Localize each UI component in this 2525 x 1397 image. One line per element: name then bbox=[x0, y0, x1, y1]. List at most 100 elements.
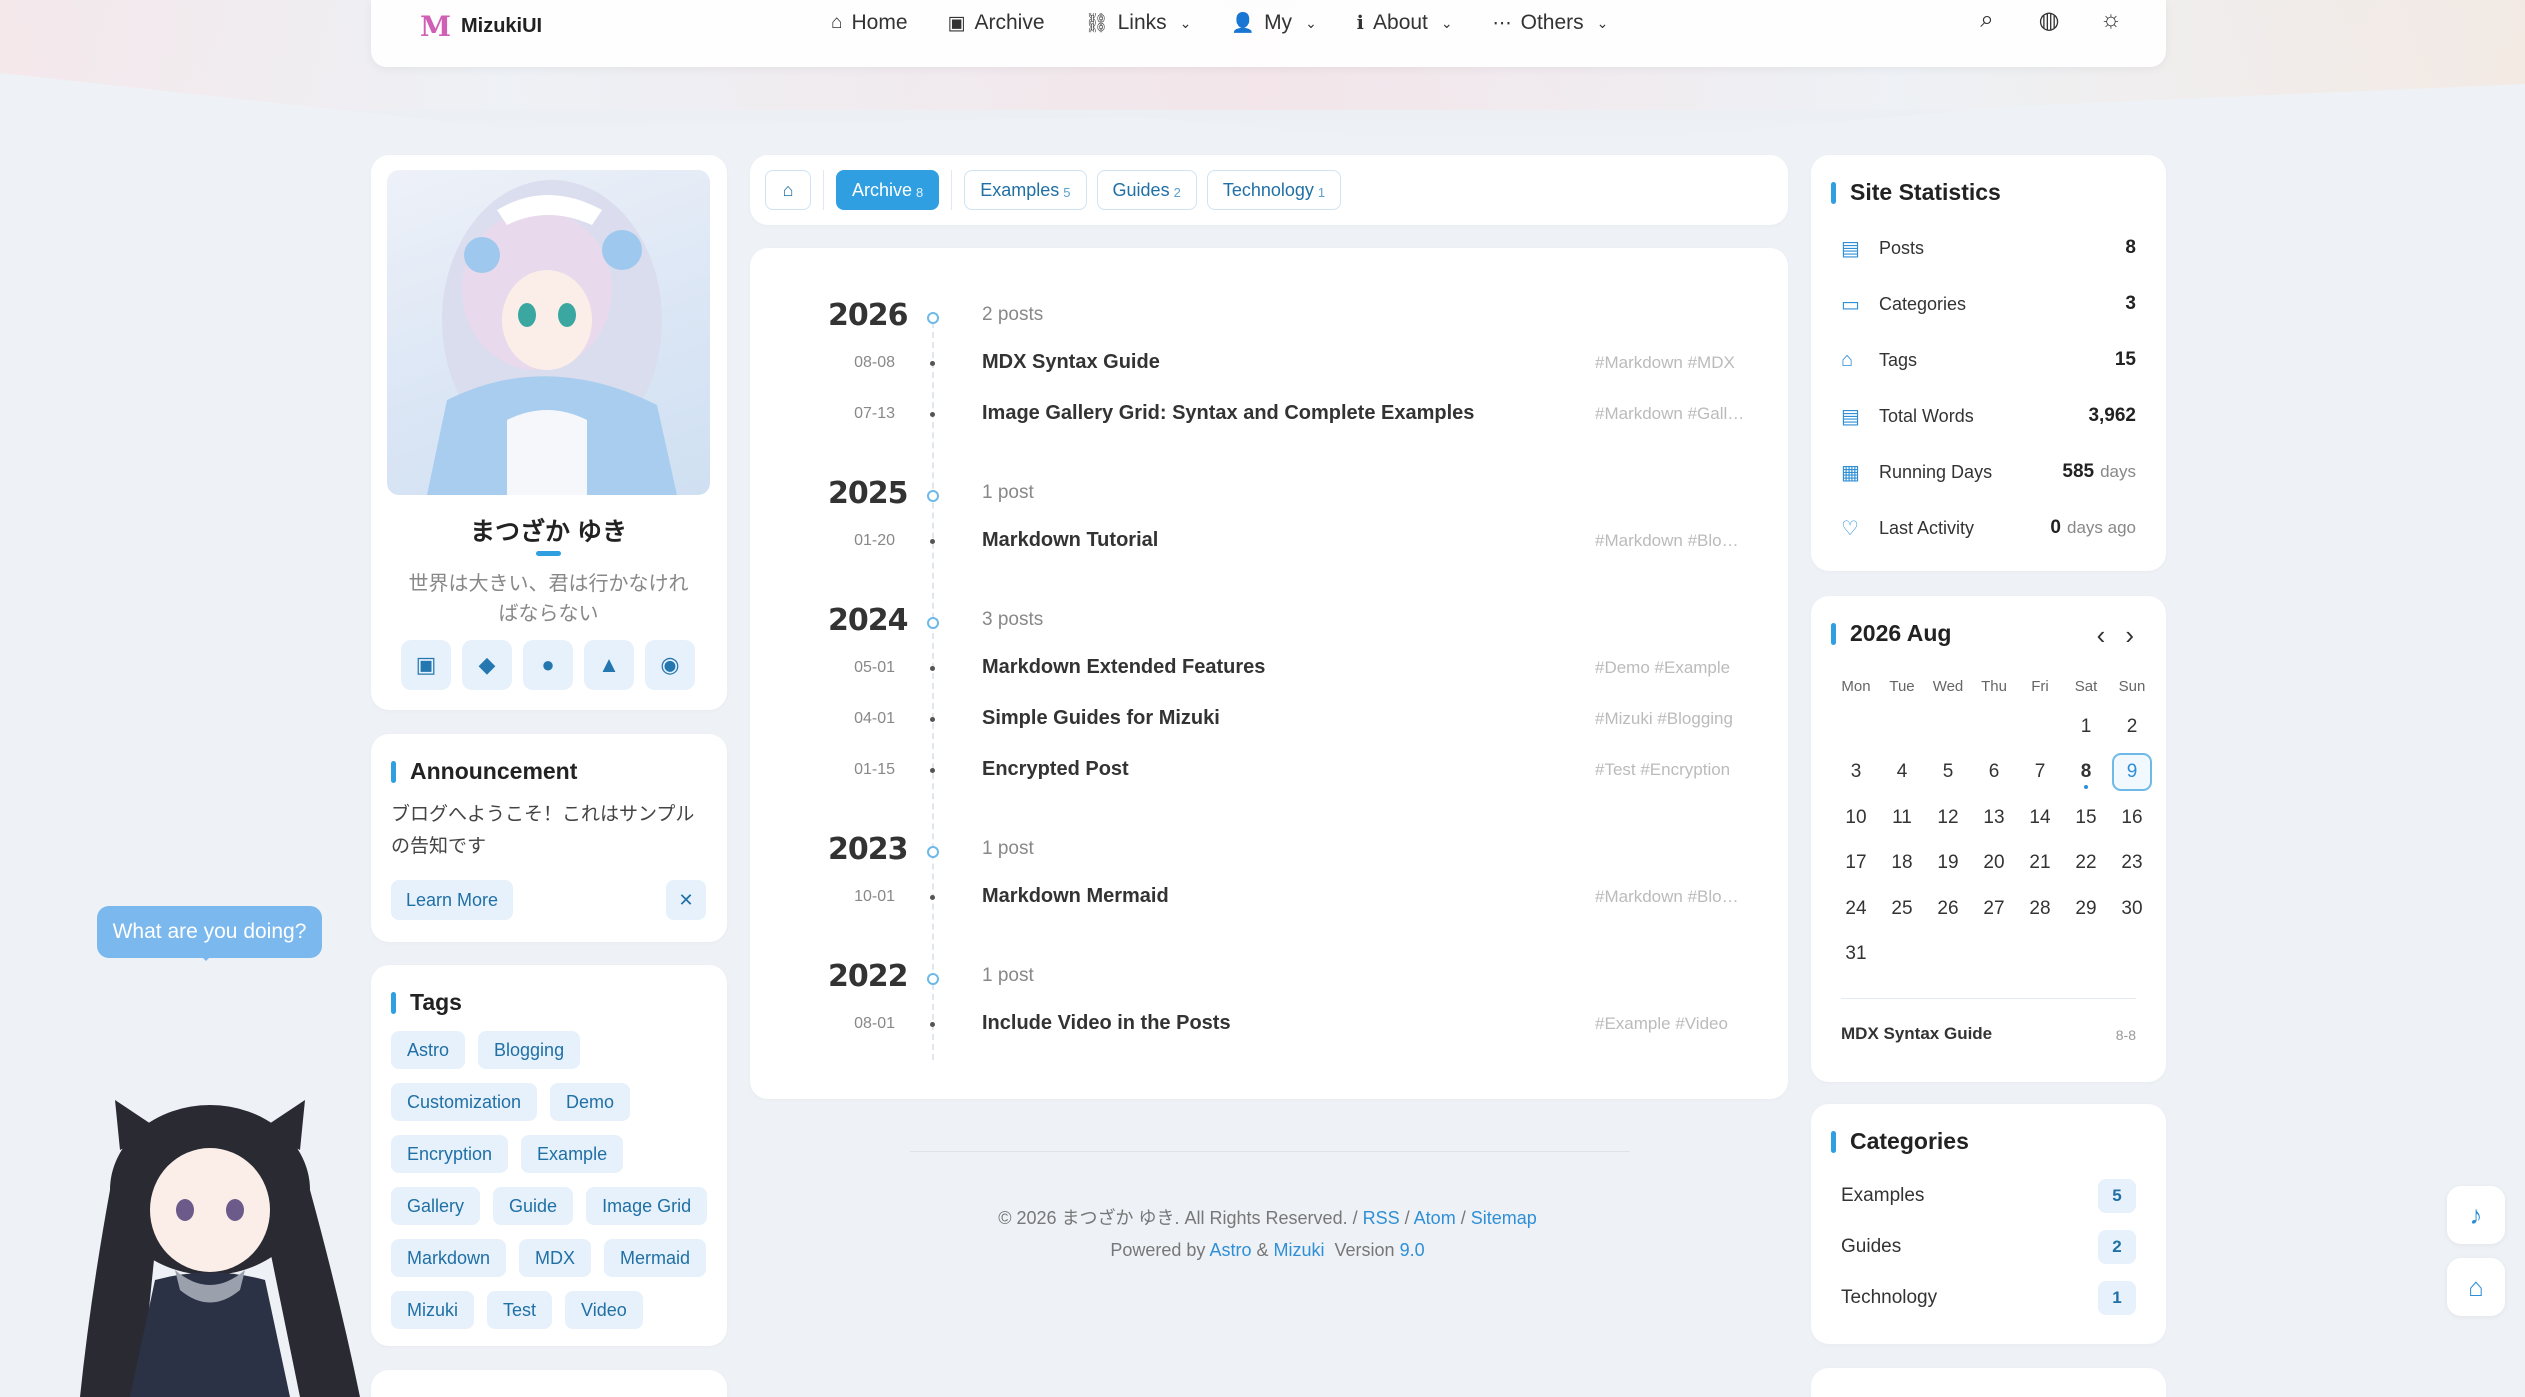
nav-others[interactable]: ⋯ Others ⌄ bbox=[1473, 9, 1629, 37]
github-icon[interactable]: ● bbox=[523, 640, 573, 690]
category-guides[interactable]: Guides 2 bbox=[1841, 1229, 2136, 1265]
home-filter-button[interactable]: ⌂ bbox=[765, 170, 811, 210]
calendar-day[interactable]: 17 bbox=[1833, 841, 1879, 887]
sitemap-link[interactable]: Sitemap bbox=[1471, 1208, 1537, 1228]
post-title[interactable]: Encrypted Post bbox=[982, 758, 1129, 781]
post-title[interactable]: Markdown Extended Features bbox=[982, 656, 1265, 679]
filter-technology[interactable]: Technology 1 bbox=[1206, 170, 1342, 210]
codeberg-icon[interactable]: ▲ bbox=[584, 640, 634, 690]
category-technology[interactable]: Technology 1 bbox=[1841, 1280, 2136, 1316]
calendar-day[interactable]: 7 bbox=[2017, 750, 2063, 796]
nav-home[interactable]: ⌂ Home bbox=[811, 9, 928, 37]
tag-chip[interactable]: MDX bbox=[519, 1239, 592, 1277]
post-title[interactable]: Simple Guides for Mizuki bbox=[982, 707, 1220, 730]
calendar-day[interactable]: 29 bbox=[2063, 886, 2109, 932]
calendar-day[interactable]: 1 bbox=[2063, 704, 2109, 750]
category-examples[interactable]: Examples 5 bbox=[1841, 1178, 2136, 1214]
calendar-day[interactable]: 23 bbox=[2109, 841, 2155, 887]
calendar-day[interactable]: 30 bbox=[2109, 886, 2155, 932]
calendar-day[interactable]: 12 bbox=[1925, 795, 1971, 841]
mizuki-link[interactable]: Mizuki bbox=[1274, 1240, 1325, 1260]
tag-chip[interactable]: Gallery bbox=[391, 1187, 481, 1225]
nav-about[interactable]: ℹ About ⌄ bbox=[1337, 9, 1473, 37]
post-title[interactable]: Image Gallery Grid: Syntax and Complete … bbox=[982, 402, 1474, 425]
calendar-day[interactable]: 22 bbox=[2063, 841, 2109, 887]
calendar-day[interactable]: 10 bbox=[1833, 795, 1879, 841]
rss-link[interactable]: RSS bbox=[1363, 1208, 1400, 1228]
mascot-character[interactable] bbox=[60, 1100, 380, 1397]
calendar-event[interactable]: MDX Syntax Guide 8-8 bbox=[1841, 1024, 2136, 1044]
filter-examples[interactable]: Examples 5 bbox=[964, 170, 1087, 210]
calendar-day[interactable]: 8 bbox=[2063, 750, 2109, 796]
calendar-day[interactable]: 20 bbox=[1971, 841, 2017, 887]
tag-chip[interactable]: Video bbox=[565, 1291, 643, 1329]
tag-chip[interactable]: Demo bbox=[550, 1083, 631, 1121]
calendar-day[interactable]: 21 bbox=[2017, 841, 2063, 887]
nav-my[interactable]: 👤 My ⌄ bbox=[1211, 9, 1336, 37]
calendar-day[interactable]: 28 bbox=[2017, 886, 2063, 932]
tag-chip[interactable]: Test bbox=[487, 1291, 553, 1329]
archive-post-row[interactable]: 05-01 Markdown Extended Features #Demo #Ex… bbox=[750, 654, 1785, 684]
calendar-day[interactable]: 16 bbox=[2109, 795, 2155, 841]
tag-chip[interactable]: Customization bbox=[391, 1083, 538, 1121]
version-link[interactable]: 9.0 bbox=[1400, 1240, 1425, 1260]
tag-chip[interactable]: Blogging bbox=[478, 1031, 581, 1069]
archive-post-row[interactable]: 07-13 Image Gallery Grid: Syntax and Comp… bbox=[750, 400, 1785, 430]
calendar-day[interactable]: 15 bbox=[2063, 795, 2109, 841]
filter-guides[interactable]: Guides 2 bbox=[1096, 170, 1197, 210]
atom-link[interactable]: Atom bbox=[1414, 1208, 1456, 1228]
calendar-day[interactable]: 14 bbox=[2017, 795, 2063, 841]
bilibili-icon[interactable]: ▣ bbox=[401, 640, 451, 690]
archive-post-row[interactable]: 04-01 Simple Guides for Mizuki #Mizuki #Bl… bbox=[750, 705, 1785, 735]
tag-chip[interactable]: Mizuki bbox=[391, 1291, 475, 1329]
astro-link[interactable]: Astro bbox=[1209, 1240, 1251, 1260]
tag-chip[interactable]: Guide bbox=[493, 1187, 574, 1225]
archive-post-row[interactable]: 01-20 Markdown Tutorial #Markdown #Bloggin… bbox=[750, 527, 1785, 557]
calendar-day[interactable]: 24 bbox=[1833, 886, 1879, 932]
calendar-day[interactable]: 19 bbox=[1925, 841, 1971, 887]
back-home-button[interactable]: ⌂ bbox=[2447, 1258, 2505, 1316]
calendar-day[interactable]: 13 bbox=[1971, 795, 2017, 841]
post-title[interactable]: MDX Syntax Guide bbox=[982, 351, 1160, 374]
tag-chip[interactable]: Markdown bbox=[391, 1239, 507, 1277]
search-icon[interactable]: ⌕ bbox=[1972, 6, 2002, 35]
git-icon[interactable]: ◆ bbox=[462, 640, 512, 690]
post-title[interactable]: Markdown Tutorial bbox=[982, 529, 1158, 552]
calendar-day[interactable]: 6 bbox=[1971, 750, 2017, 796]
post-title[interactable]: Markdown Mermaid bbox=[982, 885, 1169, 908]
calendar-day[interactable]: 9 bbox=[2109, 750, 2155, 796]
archive-post-row[interactable]: 08-01 Include Video in the Posts #Example … bbox=[750, 1010, 1785, 1040]
calendar-day[interactable]: 27 bbox=[1971, 886, 2017, 932]
post-title[interactable]: Include Video in the Posts bbox=[982, 1012, 1231, 1035]
nav-archive[interactable]: ▣ Archive bbox=[928, 9, 1065, 37]
calendar-day[interactable]: 5 bbox=[1925, 750, 1971, 796]
tag-chip[interactable]: Astro bbox=[391, 1031, 466, 1069]
calendar-day[interactable]: 26 bbox=[1925, 886, 1971, 932]
chevron-right-icon[interactable]: › bbox=[2125, 620, 2134, 651]
tag-chip[interactable]: Encryption bbox=[391, 1135, 509, 1173]
filter-archive[interactable]: Archive 8 bbox=[836, 170, 940, 210]
learn-more-button[interactable]: Learn More bbox=[391, 880, 513, 920]
calendar-day[interactable]: 3 bbox=[1833, 750, 1879, 796]
calendar-day[interactable]: 31 bbox=[1833, 932, 1879, 978]
tag-chip[interactable]: Mermaid bbox=[604, 1239, 707, 1277]
palette-icon[interactable]: ◍ bbox=[2034, 6, 2064, 35]
brand[interactable]: M MizukiUI bbox=[420, 10, 542, 43]
calendar-day[interactable]: 4 bbox=[1879, 750, 1925, 796]
tag-chip[interactable]: Example bbox=[521, 1135, 624, 1173]
sun-icon[interactable]: ☼ bbox=[2096, 6, 2126, 35]
archive-post-row[interactable]: 08-08 MDX Syntax Guide #Markdown #MDX bbox=[750, 349, 1785, 379]
archive-post-row[interactable]: 10-01 Markdown Mermaid #Markdown #Blogging bbox=[750, 883, 1785, 913]
nav-links[interactable]: ⛓ Links ⌄ bbox=[1065, 9, 1212, 37]
chevron-left-icon[interactable]: ‹ bbox=[2097, 620, 2106, 651]
archive-post-row[interactable]: 01-15 Encrypted Post #Test #Encryption bbox=[750, 756, 1785, 786]
calendar-day[interactable]: 11 bbox=[1879, 795, 1925, 841]
calendar-day[interactable]: 18 bbox=[1879, 841, 1925, 887]
calendar-day[interactable]: 2 bbox=[2109, 704, 2155, 750]
music-button[interactable]: ♪ bbox=[2447, 1186, 2505, 1244]
discord-icon[interactable]: ◉ bbox=[645, 640, 695, 690]
avatar[interactable] bbox=[387, 170, 710, 495]
calendar-day[interactable]: 25 bbox=[1879, 886, 1925, 932]
close-icon[interactable]: ✕ bbox=[666, 880, 706, 920]
tag-chip[interactable]: Image Grid bbox=[586, 1187, 708, 1225]
